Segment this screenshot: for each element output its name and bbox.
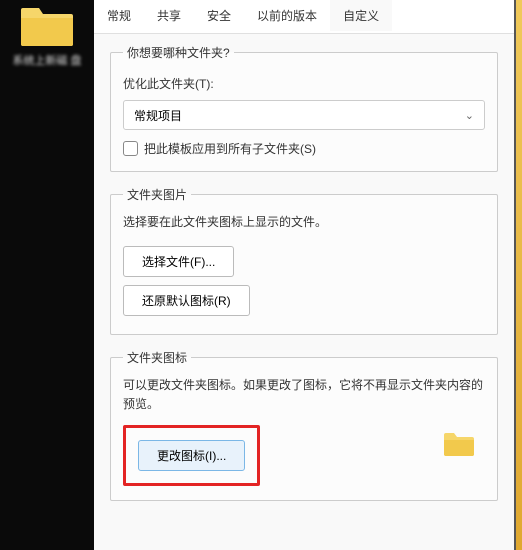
folder-icon (19, 4, 75, 48)
folder-icon-group: 文件夹图标 可以更改文件夹图标。如果更改了图标，它将不再显示文件夹内容的预览。 … (110, 349, 498, 500)
tab-general[interactable]: 常规 (94, 0, 144, 33)
folder-picture-legend: 文件夹图片 (123, 186, 191, 203)
tab-sharing[interactable]: 共享 (144, 0, 194, 33)
desktop-background: 系统上新磁 盘 (0, 0, 94, 550)
apply-subfolders-checkbox[interactable]: 把此模板应用到所有子文件夹(S) (123, 140, 485, 157)
tab-bar: 常规 共享 安全 以前的版本 自定义 (94, 0, 514, 34)
change-icon-button[interactable]: 更改图标(I)... (138, 440, 245, 471)
chevron-down-icon: ⌄ (465, 109, 474, 122)
folder-icon-desc: 可以更改文件夹图标。如果更改了图标，它将不再显示文件夹内容的预览。 (123, 376, 485, 414)
folder-type-group: 你想要哪种文件夹? 优化此文件夹(T): 常规项目 ⌄ 把此模板应用到所有子文件… (110, 44, 498, 172)
highlight-box: 更改图标(I)... (123, 425, 260, 486)
tab-content: 你想要哪种文件夹? 优化此文件夹(T): 常规项目 ⌄ 把此模板应用到所有子文件… (94, 34, 514, 550)
dropdown-value: 常规项目 (134, 107, 182, 124)
tab-previous-versions[interactable]: 以前的版本 (244, 0, 330, 33)
properties-dialog: 常规 共享 安全 以前的版本 自定义 你想要哪种文件夹? 优化此文件夹(T): … (94, 0, 516, 550)
desktop-icon-label: 系统上新磁 盘 (9, 55, 85, 68)
optimize-label: 优化此文件夹(T): (123, 75, 485, 92)
optimize-dropdown[interactable]: 常规项目 ⌄ (123, 100, 485, 130)
folder-type-legend: 你想要哪种文件夹? (123, 44, 234, 61)
folder-picture-group: 文件夹图片 选择要在此文件夹图标上显示的文件。 选择文件(F)... 还原默认图… (110, 186, 498, 335)
checkbox-label: 把此模板应用到所有子文件夹(S) (144, 140, 316, 157)
desktop-folder-icon[interactable]: 系统上新磁 盘 (7, 2, 87, 70)
checkbox-box (123, 141, 138, 156)
tab-security[interactable]: 安全 (194, 0, 244, 33)
tab-customize[interactable]: 自定义 (330, 0, 392, 33)
folder-icon-legend: 文件夹图标 (123, 349, 191, 366)
choose-file-button[interactable]: 选择文件(F)... (123, 246, 234, 277)
folder-preview-icon (443, 431, 475, 457)
restore-default-button[interactable]: 还原默认图标(R) (123, 285, 250, 316)
taskbar-edge (516, 0, 522, 550)
folder-picture-desc: 选择要在此文件夹图标上显示的文件。 (123, 213, 485, 232)
